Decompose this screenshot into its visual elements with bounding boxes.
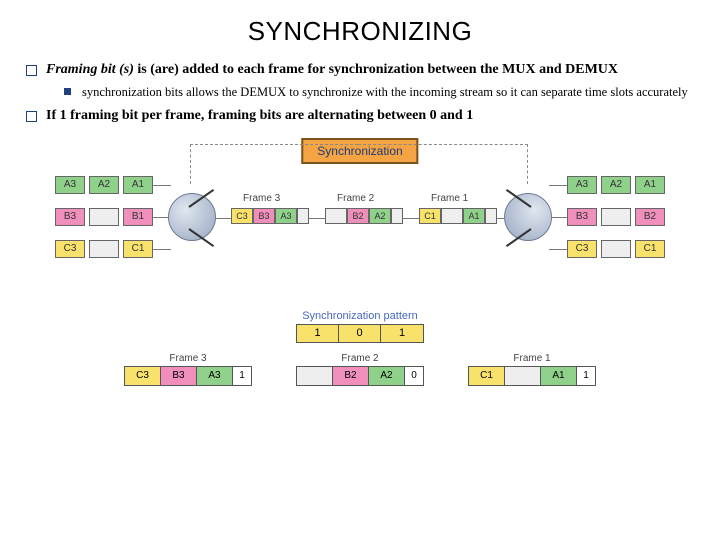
cell-c-empty-left bbox=[89, 240, 119, 258]
bottom-frame-label: Frame 1 bbox=[468, 353, 596, 364]
bottom-cell bbox=[297, 367, 333, 385]
bottom-frame-cells: C1 A11 bbox=[468, 366, 596, 386]
cell-b3-right: B3 bbox=[567, 208, 597, 226]
cell-a1-right: A1 bbox=[635, 176, 665, 194]
bottom-frame-label: Frame 2 bbox=[296, 353, 424, 364]
cell-b1-left: B1 bbox=[123, 208, 153, 226]
bottom-cell: C1 bbox=[469, 367, 505, 385]
mid-e2 bbox=[325, 208, 347, 224]
mid-a1: A1 bbox=[463, 208, 485, 224]
bottom-cell bbox=[505, 367, 541, 385]
bottom-cell: 1 bbox=[577, 367, 595, 385]
mid-a3: A3 bbox=[275, 208, 297, 224]
bottom-frame: Frame 2 B2A20 bbox=[296, 353, 424, 386]
demux-rotor bbox=[504, 193, 552, 241]
bottom-frame: Frame 3 C3B3A31 bbox=[124, 353, 252, 386]
mid-c3: C3 bbox=[231, 208, 253, 224]
diagram: Synchronization A3 A2 A1 B3 B1 C3 C1 C3 … bbox=[25, 138, 695, 386]
mid-bit1 bbox=[485, 208, 497, 224]
cell-c3-left: C3 bbox=[55, 240, 85, 258]
bottom-cell: B2 bbox=[333, 367, 369, 385]
mid-label-3: Frame 3 bbox=[243, 193, 280, 204]
bottom-cell: 0 bbox=[405, 367, 423, 385]
bullet-1-sub: synchronization bits allows the DEMUX to… bbox=[64, 84, 696, 101]
cell-a3-right: A3 bbox=[567, 176, 597, 194]
cell-a2-left: A2 bbox=[89, 176, 119, 194]
mid-e1 bbox=[441, 208, 463, 224]
bullet-2: If 1 framing bit per frame, framing bits… bbox=[24, 107, 696, 126]
cell-b-empty-left bbox=[89, 208, 119, 226]
cell-b-empty-right bbox=[601, 208, 631, 226]
bullet-1-prefix: Framing bit (s) bbox=[46, 62, 134, 77]
sync-bit-2: 1 bbox=[381, 325, 423, 342]
mid-label-2: Frame 2 bbox=[337, 193, 374, 204]
bottom-frame-cells: C3B3A31 bbox=[124, 366, 252, 386]
bottom-cell: B3 bbox=[161, 367, 197, 385]
cell-b3-left: B3 bbox=[55, 208, 85, 226]
bottom-frame: Frame 1 C1 A11 bbox=[468, 353, 596, 386]
bottom-frame-row: Frame 3C3B3A31Frame 2B2A20Frame 1C1A11 bbox=[25, 353, 695, 386]
mid-label-1: Frame 1 bbox=[431, 193, 468, 204]
cell-b2-right: B2 bbox=[635, 208, 665, 226]
mid-bit2 bbox=[391, 208, 403, 224]
cell-c1-left: C1 bbox=[123, 240, 153, 258]
mid-b2: B2 bbox=[347, 208, 369, 224]
bottom-cell: A3 bbox=[197, 367, 233, 385]
cell-c3-right: C3 bbox=[567, 240, 597, 258]
cell-a1-left: A1 bbox=[123, 176, 153, 194]
bullet-list: Framing bit (s) is (are) added to each f… bbox=[24, 61, 696, 126]
bottom-cell: C3 bbox=[125, 367, 161, 385]
bottom-cell: A1 bbox=[541, 367, 577, 385]
mid-bit3 bbox=[297, 208, 309, 224]
cell-c-empty-right bbox=[601, 240, 631, 258]
mid-c1: C1 bbox=[419, 208, 441, 224]
bottom-cell: 1 bbox=[233, 367, 251, 385]
bottom-frame-cells: B2A20 bbox=[296, 366, 424, 386]
cell-c1-right: C1 bbox=[635, 240, 665, 258]
sync-pattern-cells: 1 0 1 bbox=[296, 324, 424, 343]
sync-pattern-section: Synchronization pattern 1 0 1 Frame 3C3B… bbox=[25, 310, 695, 386]
mid-a2: A2 bbox=[369, 208, 391, 224]
sync-bit-0: 1 bbox=[297, 325, 339, 342]
bullet-1: Framing bit (s) is (are) added to each f… bbox=[24, 61, 696, 101]
sync-bit-1: 0 bbox=[339, 325, 381, 342]
page-title: SYNCHRONIZING bbox=[24, 16, 696, 47]
bottom-cell: A2 bbox=[369, 367, 405, 385]
cell-a2-right: A2 bbox=[601, 176, 631, 194]
cell-a3-left: A3 bbox=[55, 176, 85, 194]
sync-pattern-label: Synchronization pattern bbox=[25, 310, 695, 322]
mid-b3: B3 bbox=[253, 208, 275, 224]
bullet-1-rest: is (are) added to each frame for synchro… bbox=[134, 62, 618, 77]
mux-rotor bbox=[168, 193, 216, 241]
bottom-frame-label: Frame 3 bbox=[124, 353, 252, 364]
